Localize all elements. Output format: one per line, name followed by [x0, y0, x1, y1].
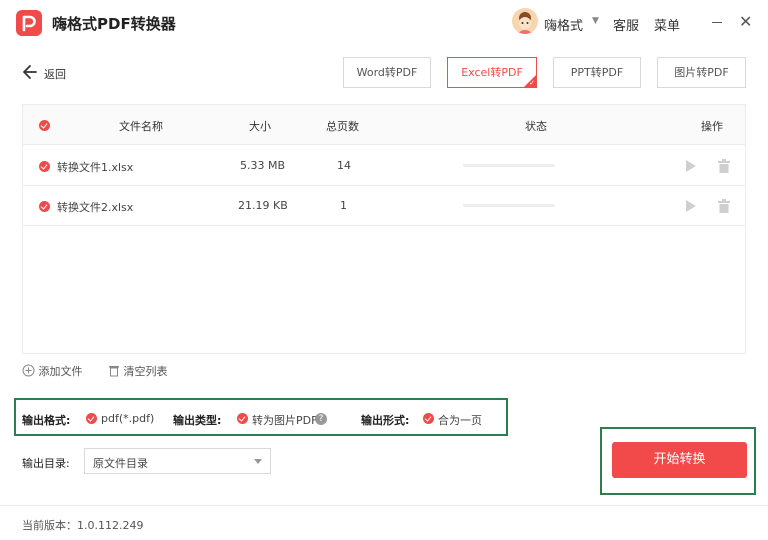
add-file-button[interactable]: 添加文件 — [22, 363, 83, 379]
output-dir-label: 输出目录: — [22, 457, 70, 470]
trash-icon[interactable] — [717, 158, 731, 174]
chevron-down-icon — [254, 459, 262, 464]
header-pages: 总页数 — [326, 120, 359, 133]
menu-link[interactable]: 菜单 — [654, 15, 680, 34]
add-file-label: 添加文件 — [38, 365, 83, 378]
select-all-checkbox[interactable] — [39, 120, 50, 131]
chevron-down-icon[interactable]: ▼ — [592, 16, 599, 26]
progress-bar — [463, 164, 555, 167]
output-type-value[interactable]: 转为图片PDF — [252, 412, 317, 428]
header-name: 文件名称 — [119, 120, 163, 133]
tab-excel-to-pdf[interactable]: Excel转PDF ✓ — [447, 57, 537, 88]
tab-word-to-pdf[interactable]: Word转PDF — [343, 57, 431, 88]
app-title: 嗨格式PDF转换器 — [52, 15, 176, 33]
title-bar: 嗨格式PDF转换器 嗨格式 ▼ 客服 菜单 ✕ — [0, 0, 768, 46]
output-dir-value: 原文件目录 — [93, 457, 148, 470]
header-status: 状态 — [525, 120, 547, 133]
play-icon[interactable] — [685, 159, 697, 173]
trash-icon — [109, 366, 119, 377]
file-name: 转换文件2.xlsx — [57, 201, 134, 214]
plus-circle-icon — [22, 364, 35, 377]
output-type-label: 输出类型: — [173, 414, 222, 427]
header-actions: 操作 — [701, 120, 723, 133]
avatar[interactable] — [512, 8, 538, 34]
file-size: 5.33 MB — [240, 159, 286, 172]
back-label: 返回 — [44, 68, 66, 81]
file-size: 21.19 KB — [238, 199, 288, 212]
play-icon[interactable] — [685, 199, 697, 213]
customer-service-link[interactable]: 客服 — [613, 15, 639, 34]
output-form-label: 输出形式: — [361, 414, 410, 427]
page-count: 14 — [337, 159, 351, 172]
file-table: 文件名称 大小 总页数 状态 操作 转换文件1.xlsx 5.33 MB 14 … — [22, 104, 746, 354]
row-checkbox[interactable] — [39, 201, 50, 212]
output-format-value[interactable]: pdf(*.pdf) — [101, 412, 154, 425]
output-form-value[interactable]: 合为一页 — [438, 412, 482, 428]
format-radio[interactable] — [86, 413, 97, 424]
table-row[interactable]: 转换文件1.xlsx 5.33 MB 14 — [23, 146, 745, 186]
arrow-left-icon — [23, 65, 37, 79]
help-icon[interactable]: ? — [315, 413, 327, 425]
output-dir-select[interactable]: 原文件目录 — [84, 448, 271, 474]
progress-bar — [463, 204, 555, 207]
clear-list-button[interactable]: 清空列表 — [108, 363, 168, 379]
checkmark-icon: ✓ — [529, 79, 535, 87]
minimize-icon[interactable] — [712, 22, 722, 23]
file-name: 转换文件1.xlsx — [57, 161, 134, 174]
clear-list-label: 清空列表 — [123, 365, 168, 378]
output-options: 输出格式: pdf(*.pdf) 输出类型: 转为图片PDF ? 输出形式: 合… — [14, 398, 508, 436]
tab-image-to-pdf[interactable]: 图片转PDF — [657, 57, 746, 88]
page-count: 1 — [340, 199, 347, 212]
status-bar: 当前版本：1.0.112.249 — [0, 505, 768, 540]
row-checkbox[interactable] — [39, 161, 50, 172]
header-size: 大小 — [249, 120, 271, 133]
version-text: 当前版本：1.0.112.249 — [22, 519, 144, 532]
tab-ppt-to-pdf[interactable]: PPT转PDF — [553, 57, 641, 88]
tab-excel-label: Excel转PDF — [461, 66, 523, 79]
table-row[interactable]: 转换文件2.xlsx 21.19 KB 1 — [23, 186, 745, 226]
type-radio[interactable] — [237, 413, 248, 424]
trash-icon[interactable] — [717, 198, 731, 214]
app-logo-icon — [16, 10, 42, 36]
close-icon[interactable]: ✕ — [739, 12, 752, 32]
username[interactable]: 嗨格式 — [544, 15, 583, 34]
output-format-label: 输出格式: — [22, 414, 71, 427]
table-header: 文件名称 大小 总页数 状态 操作 — [23, 105, 745, 145]
form-radio[interactable] — [423, 413, 434, 424]
start-convert-button[interactable]: 开始转换 — [612, 442, 747, 478]
